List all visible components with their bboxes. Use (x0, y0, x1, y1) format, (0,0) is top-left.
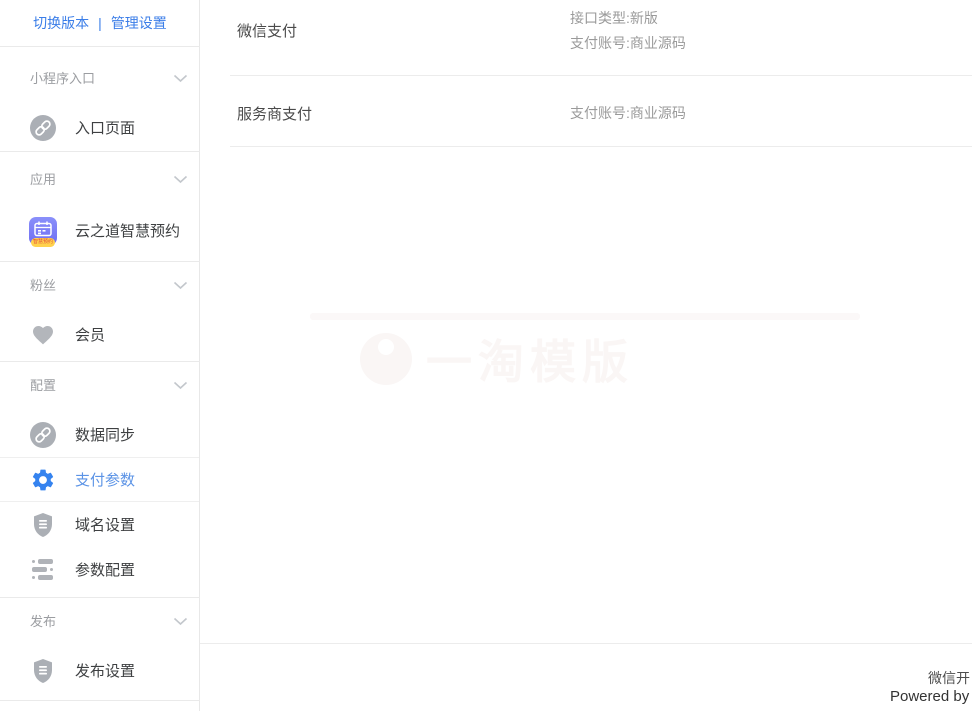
sidebar-item-param-config[interactable]: 参数配置 (0, 547, 199, 592)
payment-row-service-provider[interactable]: 服务商支付 支付账号:商业源码 (200, 76, 972, 146)
top-links-separator: | (98, 15, 102, 31)
row-info-payment-account: 支付账号:商业源码 (570, 103, 686, 123)
chevron-down-icon[interactable] (173, 74, 188, 83)
section-header-miniprogram-entry: 小程序入口 (30, 70, 95, 88)
watermark: 一淘模版 (360, 326, 634, 392)
switch-version-link[interactable]: 切换版本 (33, 13, 89, 33)
watermark-logo-icon (360, 333, 412, 385)
sidebar-item-label: 发布设置 (75, 660, 135, 681)
row-title: 服务商支付 (237, 103, 312, 124)
row-title: 微信支付 (237, 20, 297, 41)
footer-credit-line2: Powered by (890, 688, 969, 705)
divider (200, 643, 972, 644)
chevron-down-icon[interactable] (173, 381, 188, 390)
section-header-config: 配置 (30, 377, 56, 395)
divider (0, 261, 200, 262)
sidebar-item-data-sync[interactable]: 数据同步 (0, 412, 199, 457)
watermark-text: 一淘模版 (426, 326, 634, 392)
sidebar-item-publish-settings[interactable]: 发布设置 (0, 648, 199, 693)
heart-icon (29, 321, 57, 349)
section-header-fans: 粉丝 (30, 277, 56, 295)
sidebar-item-label: 数据同步 (75, 424, 135, 445)
gear-icon (29, 466, 57, 494)
link-icon (29, 114, 57, 142)
divider (0, 700, 200, 701)
link-icon (29, 421, 57, 449)
app-badge: 智慧预约 (31, 238, 55, 247)
page: 切换版本 | 管理设置 小程序入口 入口页面 应用 智慧预约 云之道智慧预约 (0, 0, 972, 711)
chevron-down-icon[interactable] (173, 175, 188, 184)
divider (0, 46, 200, 47)
divider (0, 361, 200, 362)
row-info-interface-type: 接口类型:新版 (570, 8, 658, 28)
sidebar-item-payment-params[interactable]: 支付参数 (0, 457, 199, 502)
sidebar-item-members[interactable]: 会员 (0, 312, 199, 357)
sidebar-item-label: 入口页面 (75, 117, 135, 138)
sidebar-item-label: 支付参数 (75, 469, 135, 490)
section-header-publish: 发布 (30, 613, 56, 631)
sidebar-item-label: 参数配置 (75, 559, 135, 580)
sidebar-item-label: 云之道智慧预约 (75, 220, 180, 241)
row-info-payment-account: 支付账号:商业源码 (570, 33, 686, 53)
watermark-bar (310, 313, 860, 320)
divider (0, 597, 200, 598)
sidebar-item-entry-page[interactable]: 入口页面 (0, 105, 199, 150)
sidebar-item-label: 会员 (75, 324, 105, 345)
payment-row-wechat-pay[interactable]: 微信支付 接口类型:新版 支付账号:商业源码 (200, 0, 972, 75)
section-header-apps: 应用 (30, 171, 56, 189)
sidebar: 切换版本 | 管理设置 小程序入口 入口页面 应用 智慧预约 云之道智慧预约 (0, 0, 200, 711)
sidebar-item-domain-settings[interactable]: 域名设置 (0, 502, 199, 547)
shield-icon (29, 657, 57, 685)
chevron-down-icon[interactable] (173, 617, 188, 626)
app-icon: 智慧预约 (29, 217, 57, 245)
sidebar-top-links: 切换版本 | 管理设置 (0, 0, 200, 46)
chevron-down-icon[interactable] (173, 281, 188, 290)
sidebar-item-yunzhidao-app[interactable]: 智慧预约 云之道智慧预约 (0, 208, 199, 253)
sidebar-item-label: 域名设置 (75, 514, 135, 535)
shield-icon (29, 511, 57, 539)
list-icon (29, 556, 57, 584)
divider (230, 146, 972, 147)
divider (0, 151, 200, 152)
footer-credit-line1: 微信开 (928, 668, 970, 688)
manage-settings-link[interactable]: 管理设置 (111, 13, 167, 33)
main-content: 微信支付 接口类型:新版 支付账号:商业源码 服务商支付 支付账号:商业源码 一… (200, 0, 972, 711)
